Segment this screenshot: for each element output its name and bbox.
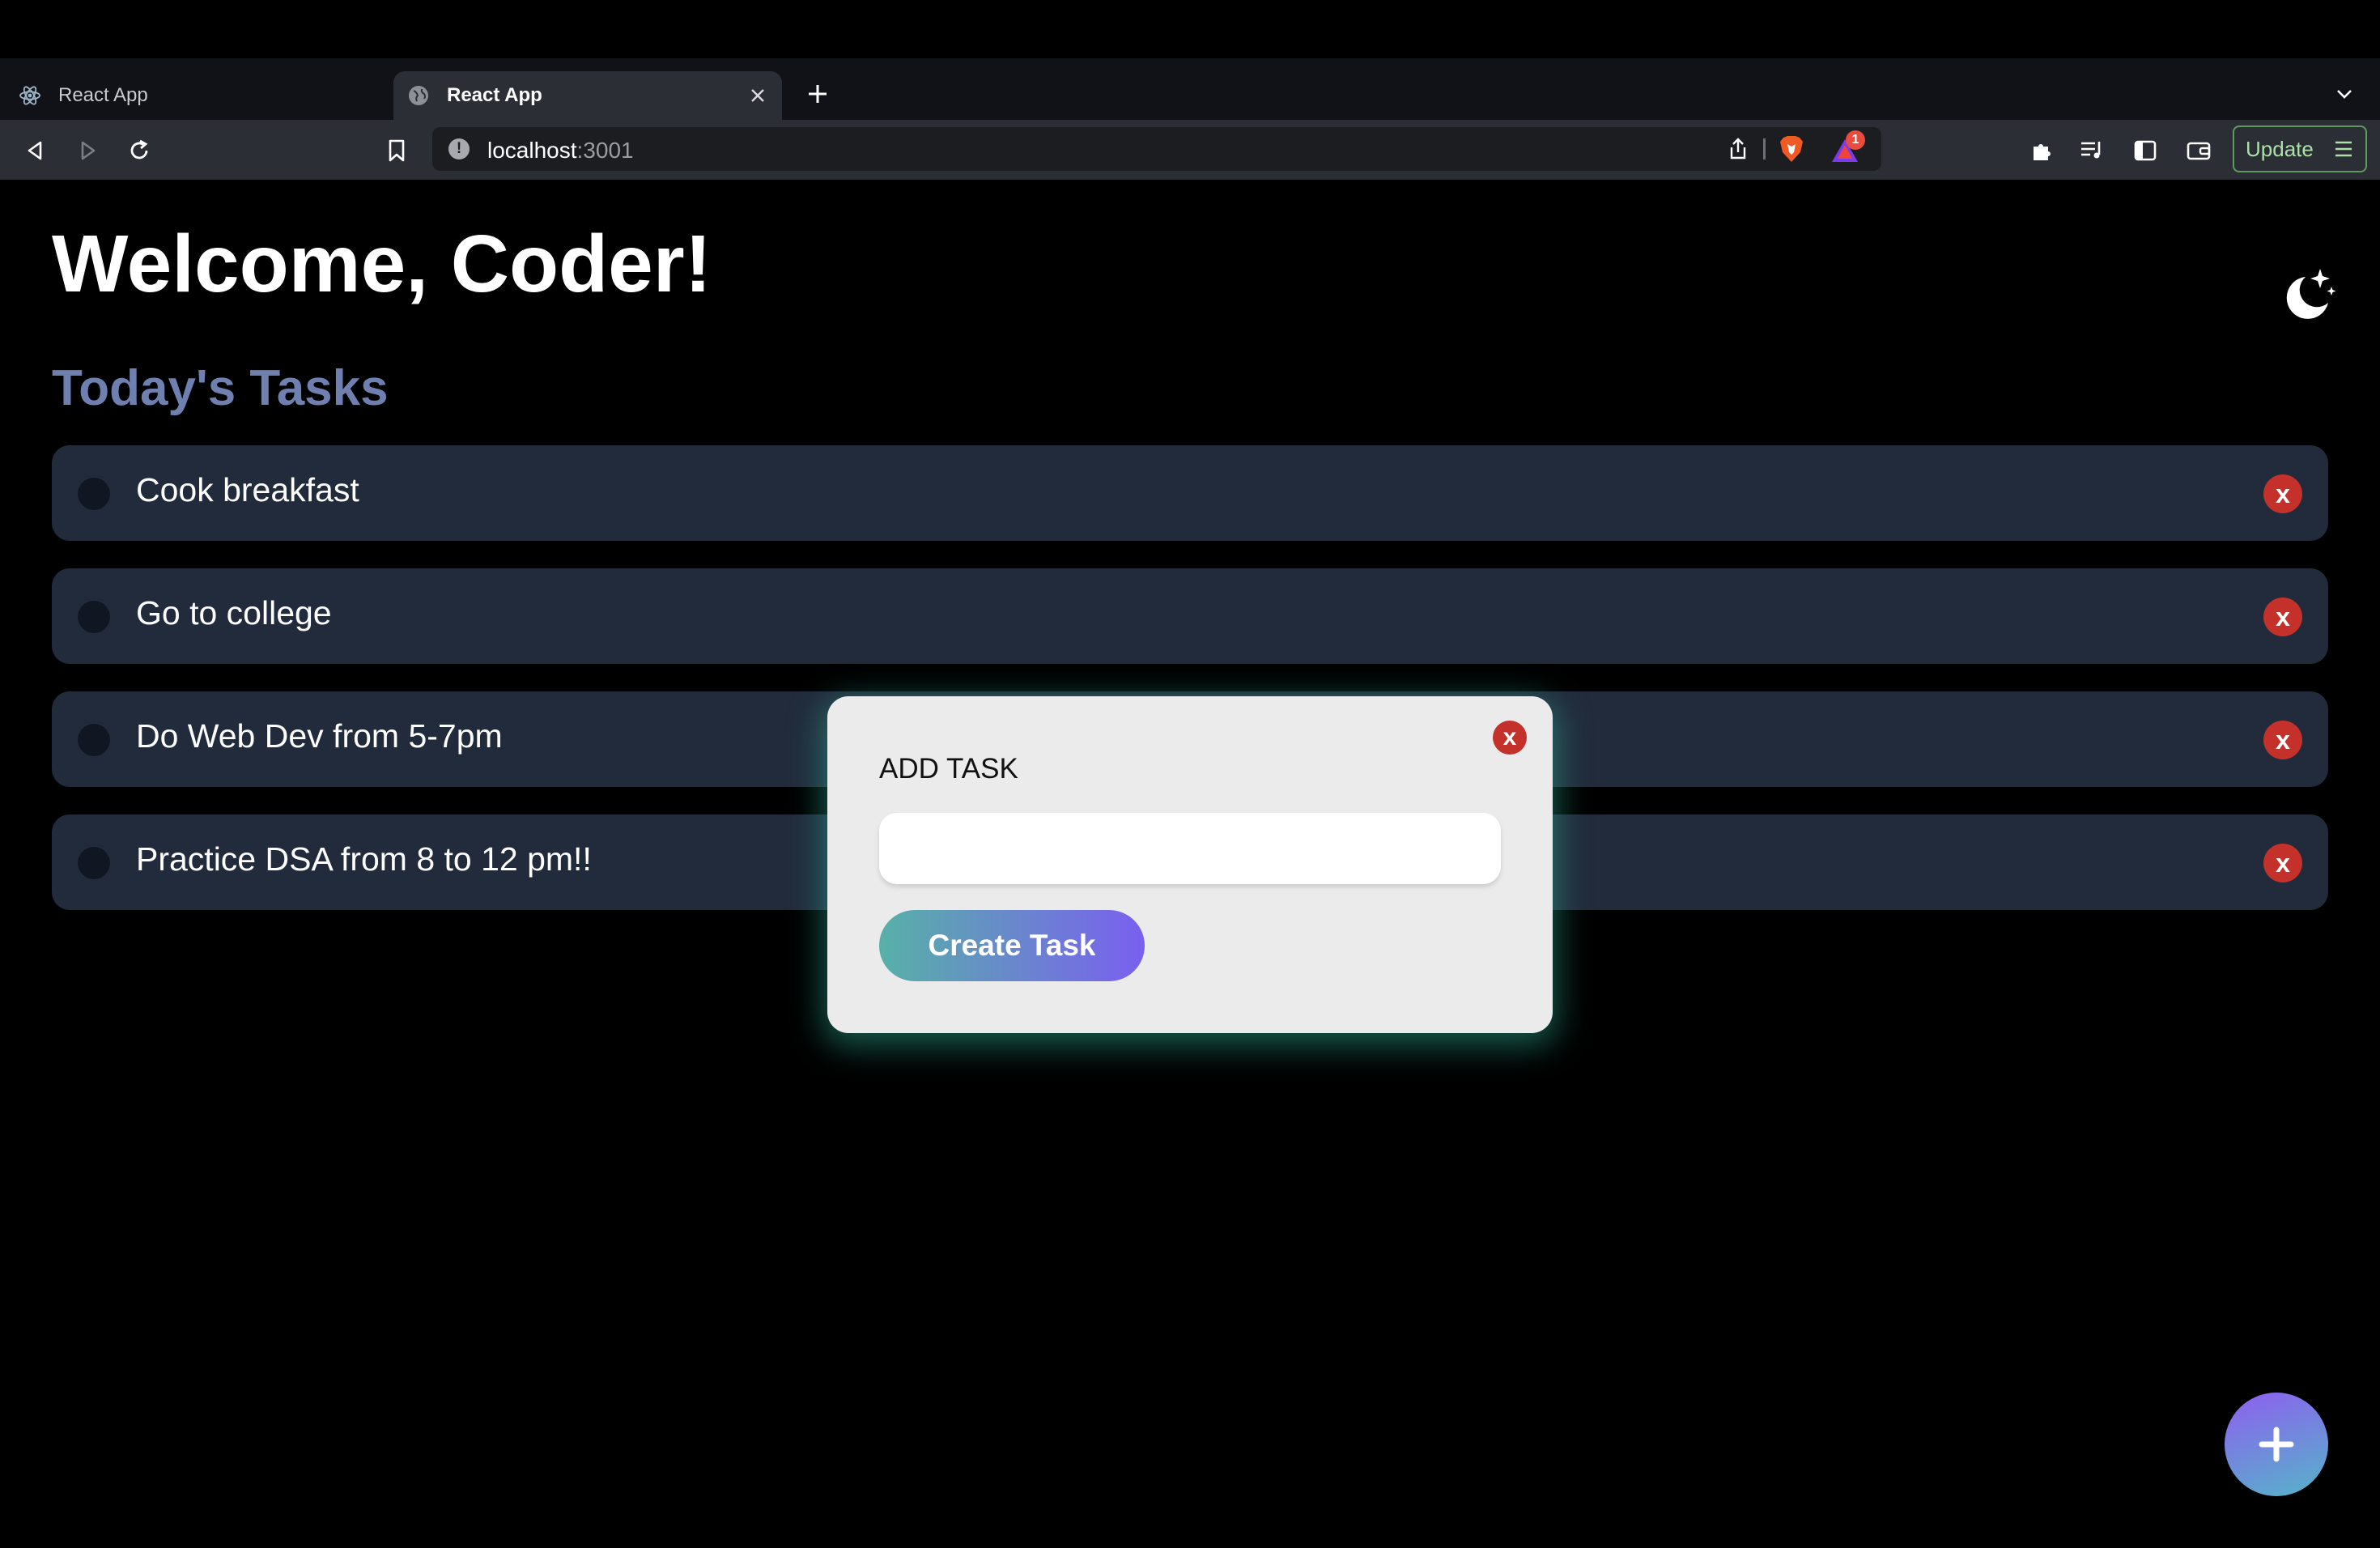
share-icon[interactable] [1724,135,1752,163]
reload-icon[interactable] [123,134,155,167]
brave-rewards-icon[interactable]: 1 [1830,130,1865,164]
brave-shields-icon[interactable] [1776,134,1807,164]
task-checkbox[interactable] [78,847,110,879]
add-task-fab[interactable] [2225,1393,2328,1496]
update-label: Update [2246,136,2314,161]
task-item: Go to college x [52,568,2328,664]
tab-react-app-2[interactable]: React App [393,71,782,120]
back-icon[interactable] [19,134,52,167]
task-checkbox[interactable] [78,478,110,510]
task-input[interactable] [879,813,1501,884]
create-task-button[interactable]: Create Task [879,910,1145,981]
task-label: Cook breakfast [136,471,359,508]
task-label: Do Web Dev from 5-7pm [136,717,503,755]
tab-bar: React App React App [0,58,2380,120]
add-task-modal: x ADD TASK Create Task [827,696,1553,1033]
delete-task-button[interactable]: x [2263,598,2302,636]
task-checkbox[interactable] [78,724,110,756]
bookmark-icon[interactable] [380,134,413,167]
forward-icon[interactable] [71,134,104,167]
url-divider [1763,138,1766,159]
chevron-down-icon[interactable] [2330,79,2359,108]
section-title: Today's Tasks [52,360,389,416]
task-label: Go to college [136,594,332,632]
rewards-badge: 1 [1846,130,1865,150]
wallet-icon[interactable] [2182,134,2215,167]
media-playlist-icon[interactable] [2076,134,2108,167]
url-host: localhost [487,138,577,163]
site-info-icon[interactable]: ! [448,138,470,159]
modal-title: ADD TASK [879,753,1018,785]
task-label: Practice DSA from 8 to 12 pm!! [136,840,592,878]
url-text[interactable]: localhost:3001 [487,138,634,164]
react-favicon-icon [18,83,42,108]
address-bar[interactable]: ! localhost:3001 1 [432,127,1881,171]
window-top-strip [0,0,2380,58]
globe-favicon-icon [406,83,431,108]
modal-close-button[interactable]: x [1493,721,1527,755]
tab-title: React App [447,84,542,106]
delete-task-button[interactable]: x [2263,844,2302,882]
url-port: :3001 [576,138,634,163]
delete-task-button[interactable]: x [2263,721,2302,759]
update-button[interactable]: Update [2233,125,2367,172]
task-item: Cook breakfast x [52,445,2328,541]
close-tab-icon[interactable] [745,83,771,108]
theme-toggle-moon-icon[interactable] [2273,262,2338,327]
page-title: Welcome, Coder! [52,219,712,309]
plus-icon [2259,1427,2294,1462]
extensions-puzzle-icon[interactable] [2025,134,2058,167]
delete-task-button[interactable]: x [2263,474,2302,513]
new-tab-plus-icon[interactable] [801,78,834,110]
task-checkbox[interactable] [78,601,110,633]
menu-icon [2333,138,2354,159]
tab-react-app-1[interactable]: React App [0,71,392,120]
sidebar-icon[interactable] [2129,134,2161,167]
tab-title: React App [58,84,148,106]
